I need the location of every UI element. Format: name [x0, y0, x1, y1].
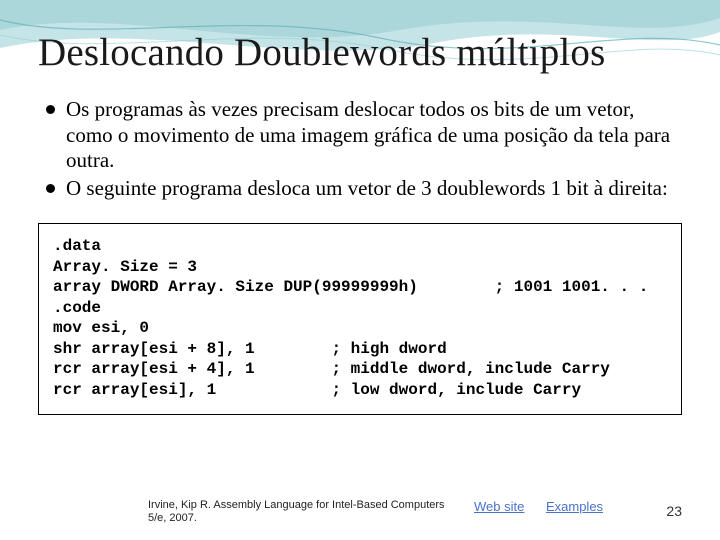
page-number: 23 — [642, 499, 682, 519]
footer-links: Web site Examples — [448, 499, 642, 514]
examples-link[interactable]: Examples — [546, 499, 603, 514]
code-block: .data Array. Size = 3 array DWORD Array.… — [38, 223, 682, 415]
citation-text: Irvine, Kip R. Assembly Language for Int… — [148, 499, 448, 527]
bullet-item: Os programas às vezes precisam deslocar … — [44, 97, 682, 174]
web-site-link[interactable]: Web site — [474, 499, 524, 514]
footer: Irvine, Kip R. Assembly Language for Int… — [0, 499, 720, 527]
content-area: Deslocando Doublewords múltiplos Os prog… — [0, 0, 720, 415]
slide: Deslocando Doublewords múltiplos Os prog… — [0, 0, 720, 540]
bullet-list: Os programas às vezes precisam deslocar … — [44, 97, 682, 201]
bullet-item: O seguinte programa desloca um vetor de … — [44, 176, 682, 202]
page-title: Deslocando Doublewords múltiplos — [38, 30, 682, 75]
